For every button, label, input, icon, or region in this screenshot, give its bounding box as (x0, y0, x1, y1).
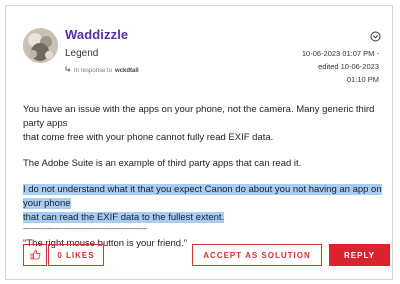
selected-text: I do not understand what it that you exp… (23, 184, 382, 209)
likes-count-button[interactable]: 0 LIKES (48, 244, 104, 266)
avatar[interactable] (23, 28, 58, 63)
author-name[interactable]: Waddizzle (65, 27, 128, 42)
options-menu-icon[interactable] (370, 29, 381, 42)
author-rank: Legend (65, 48, 99, 59)
body-paragraph-3: I do not understand what it that you exp… (23, 183, 383, 225)
reply-button[interactable]: REPLY (329, 244, 390, 266)
accept-as-solution-button[interactable]: ACCEPT AS SOLUTION (192, 244, 322, 266)
like-button[interactable] (23, 244, 47, 266)
thumbs-up-icon (30, 249, 41, 262)
in-response-user-link[interactable]: wckdtall (115, 68, 139, 74)
date-line-3: 01:10 PM (346, 75, 379, 84)
post-card: Waddizzle Legend In response to wckdtall… (5, 5, 393, 280)
date-line-1: 10-06-2023 01:07 PM - (301, 49, 379, 58)
in-response-label: In response to (74, 67, 113, 74)
date-line-2: edited 10-06-2023 (318, 62, 379, 71)
reply-arrow-icon (65, 66, 71, 75)
selected-text: that can read the EXIF data to the fulle… (23, 212, 225, 223)
post-body: You have an issue with the apps on your … (23, 103, 383, 251)
body-line: that come free with your phone cannot fu… (23, 132, 274, 143)
body-paragraph-2: The Adobe Suite is an example of third p… (23, 158, 302, 169)
post-date: 10-06-2023 01:07 PM - edited 10-06-2023 … (302, 47, 379, 86)
signature-divider: ----------------------------------------… (23, 226, 147, 233)
body-line: You have an issue with the apps on your … (23, 104, 375, 129)
in-response-to: In response to wckdtall (65, 66, 139, 75)
body-paragraph-1: You have an issue with the apps on your … (23, 103, 383, 145)
